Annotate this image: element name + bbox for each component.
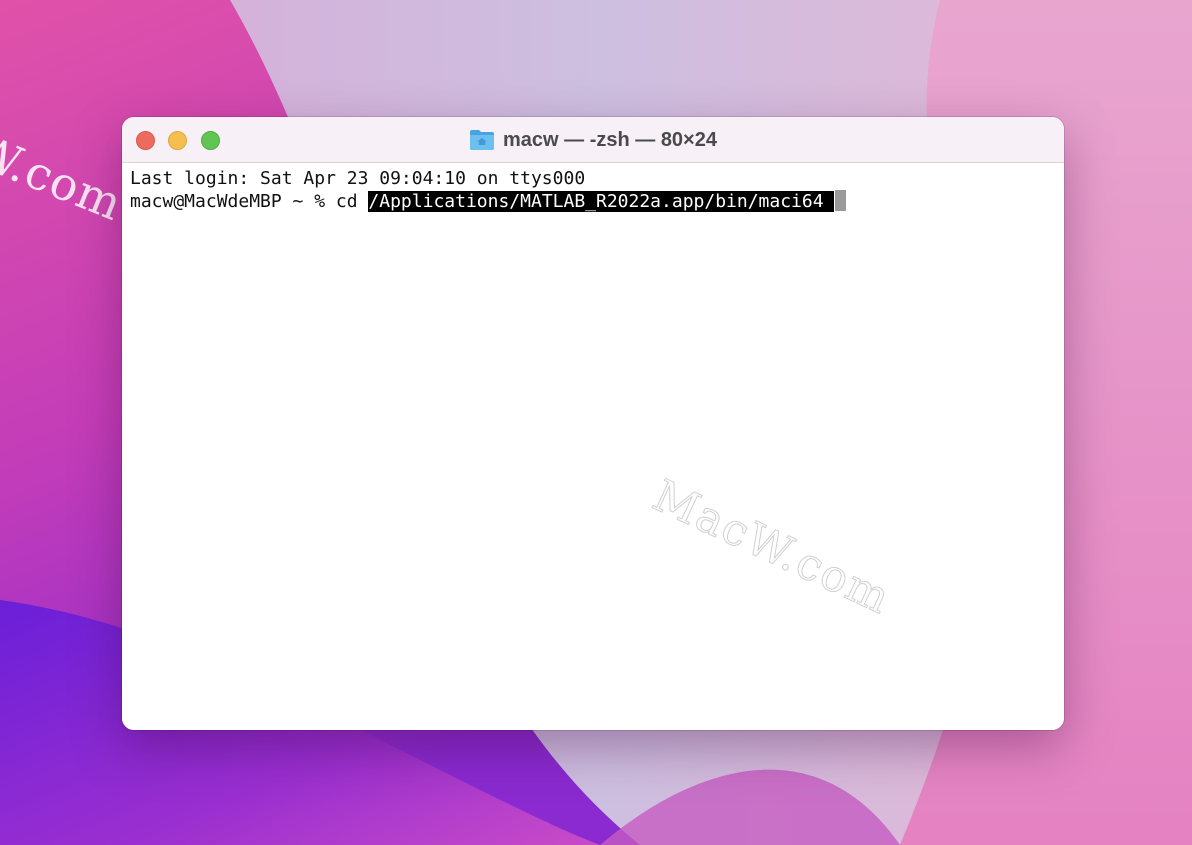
window-title-group: macw — -zsh — 80×24 [122, 117, 1064, 163]
text-cursor [835, 190, 847, 211]
home-folder-icon [470, 130, 494, 150]
terminal-line-last-login: Last login: Sat Apr 23 09:04:10 on ttys0… [130, 168, 586, 189]
window-titlebar[interactable]: macw — -zsh — 80×24 [122, 117, 1064, 163]
selected-path-text[interactable]: /Applications/MATLAB_R2022a.app/bin/maci… [368, 191, 835, 212]
terminal-command-line[interactable]: macw@MacWdeMBP ~ % cd /Applications/MATL… [130, 190, 1056, 213]
terminal-window[interactable]: macw — -zsh — 80×24 Last login: Sat Apr … [122, 117, 1064, 730]
window-title: macw — -zsh — 80×24 [503, 128, 717, 151]
terminal-content[interactable]: Last login: Sat Apr 23 09:04:10 on ttys0… [122, 163, 1064, 730]
shell-prompt: macw@MacWdeMBP ~ % cd [130, 191, 369, 212]
